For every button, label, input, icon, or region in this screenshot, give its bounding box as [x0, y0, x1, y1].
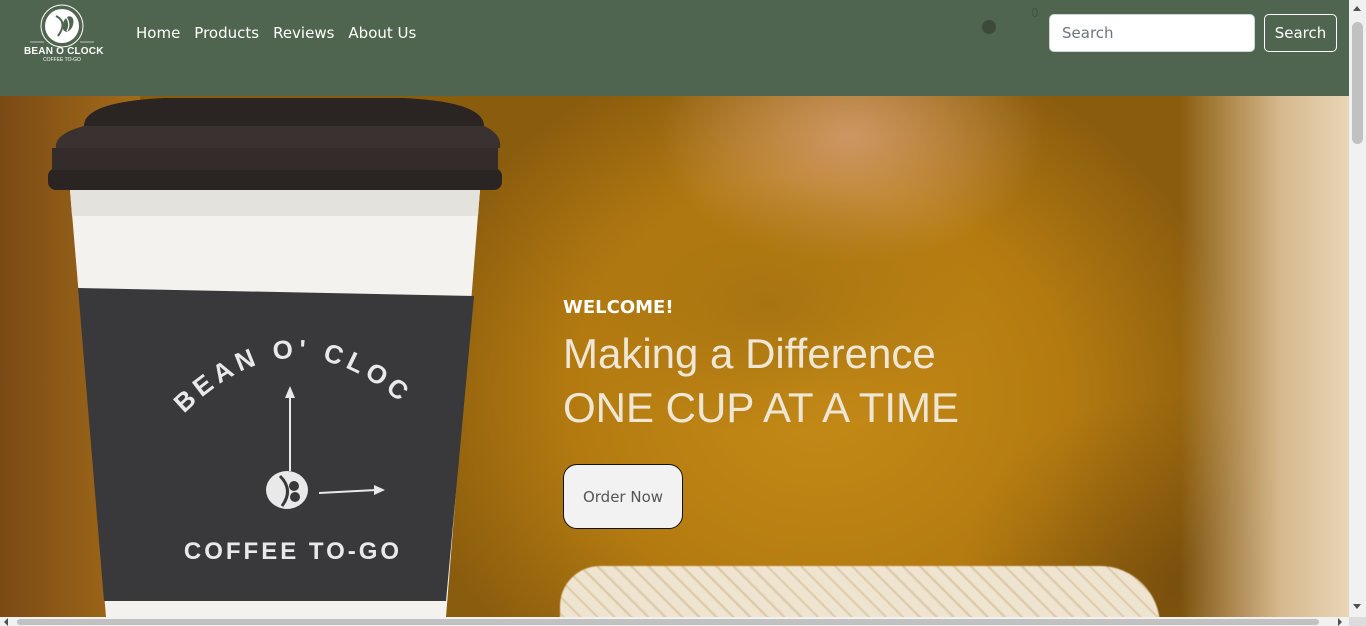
hero-headline-line2: ONE CUP AT A TIME	[563, 384, 960, 431]
waffle-image	[560, 566, 1160, 617]
hero-eyebrow: WELCOME!	[563, 297, 674, 318]
hero-headline-line1: Making a Difference	[563, 330, 936, 377]
nav-link-products[interactable]: Products	[194, 23, 259, 43]
main-nav: Home Products Reviews About Us	[136, 23, 430, 43]
cart-icon[interactable]	[982, 20, 996, 34]
search-button[interactable]: Search	[1264, 14, 1337, 52]
coffee-bean-logo-icon	[30, 4, 94, 48]
horizontal-scroll-thumb[interactable]	[17, 619, 1319, 625]
vertical-scrollbar[interactable]	[1349, 0, 1366, 617]
order-now-button[interactable]: Order Now	[563, 464, 683, 529]
nav-link-about-us[interactable]: About Us	[348, 23, 416, 43]
scroll-right-arrow-icon[interactable]	[1338, 618, 1342, 626]
hero-background-right	[1180, 96, 1349, 617]
nav-link-reviews[interactable]: Reviews	[273, 23, 334, 43]
brand-logo[interactable]: BEAN O CLOCK COFFEE TO-GO	[24, 4, 104, 64]
hero-banner: BEAN O' CLOCK COFFEE TO-GO WELCOME! Maki…	[0, 96, 1349, 617]
brand-name: BEAN O CLOCK	[24, 46, 104, 57]
navbar: BEAN O CLOCK COFFEE TO-GO Home Products …	[0, 0, 1349, 96]
cart-count-badge: 0	[1031, 6, 1039, 20]
cup-sleeve-tagline: COFFEE TO-GO	[184, 538, 402, 565]
brand-tagline: COFFEE TO-GO	[43, 57, 81, 63]
scrollbar-corner	[1349, 617, 1366, 626]
scroll-up-arrow-icon[interactable]	[1353, 6, 1361, 11]
scroll-down-arrow-icon[interactable]	[1353, 604, 1361, 609]
nav-link-home[interactable]: Home	[136, 23, 180, 43]
coffee-cup-image: BEAN O' CLOCK COFFEE TO-GO	[32, 96, 504, 617]
search-input[interactable]	[1049, 14, 1255, 52]
horizontal-scrollbar[interactable]	[0, 617, 1349, 626]
coffee-cup-illustration: BEAN O' CLOCK COFFEE TO-GO	[32, 96, 502, 617]
vertical-scroll-thumb[interactable]	[1352, 22, 1363, 144]
scroll-left-arrow-icon[interactable]	[4, 618, 8, 626]
